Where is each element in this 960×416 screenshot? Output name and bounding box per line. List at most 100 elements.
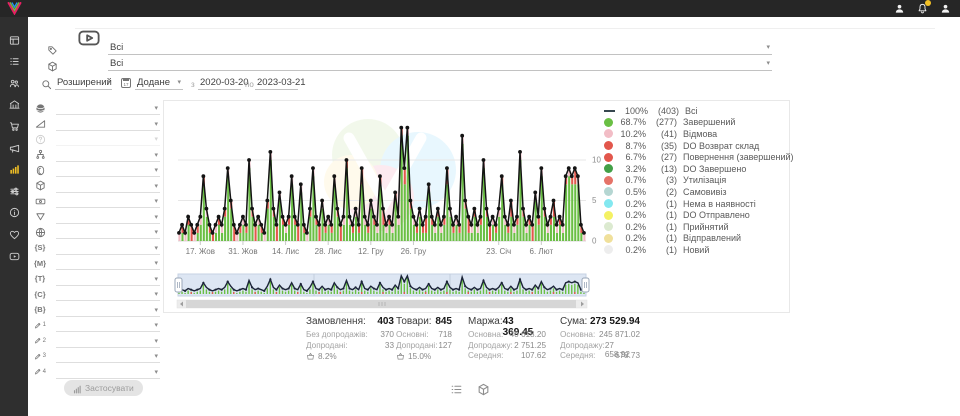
video-tag-icon[interactable]	[78, 27, 100, 54]
filter-select[interactable]: ▾	[56, 350, 160, 363]
filter-select[interactable]: ▾	[56, 195, 160, 208]
legend-label: DO Отправлено	[683, 210, 750, 220]
legend-item[interactable]: 6.7%(27)Повернення (завершений)	[604, 151, 786, 163]
legend-item[interactable]: 0.2%(1)DO Отправлено	[604, 209, 786, 221]
advanced-search-select[interactable]: Розширений ▾	[55, 89, 112, 90]
brace-b-icon: {B}	[34, 304, 46, 316]
filter-select[interactable]: ▾	[56, 366, 160, 379]
legend-dot-swatch	[604, 176, 613, 185]
to-label: по	[245, 80, 254, 89]
sidebar-item-cart[interactable]	[7, 119, 21, 133]
legend-dot-swatch	[604, 245, 613, 254]
legend-percent: 0.7%	[613, 175, 646, 185]
app-logo-icon[interactable]	[7, 2, 22, 20]
legend-item[interactable]: 100%(403)Всі	[604, 105, 786, 117]
main-sidebar	[0, 17, 28, 416]
legend-item[interactable]: 8.7%(35)DO Возврат склад	[604, 140, 786, 152]
filter-select[interactable]: ▾	[56, 319, 160, 332]
filter-select[interactable]: ▾	[56, 288, 160, 301]
chevron-down-icon: ▾	[154, 290, 158, 298]
filter-row-var-S: {S}▾	[32, 242, 160, 256]
user-icon[interactable]	[893, 2, 906, 15]
filter-select[interactable]: ▾	[56, 102, 160, 115]
legend-item[interactable]: 68.7%(277)Завершений	[604, 117, 786, 129]
status-filter-value: Всі	[110, 42, 123, 53]
legend-item[interactable]: 10.2%(41)Відмова	[604, 128, 786, 140]
legend-item[interactable]: 0.5%(2)Самовивіз	[604, 186, 786, 198]
date-type-value: Додане	[137, 77, 170, 88]
sidebar-item-dashboard[interactable]	[7, 33, 21, 47]
filter-select[interactable]: ▾	[56, 304, 160, 317]
stat-subrow: Допродані:127	[396, 341, 452, 352]
product-filter-select[interactable]: Всі ▾	[108, 70, 772, 71]
sidebar-item-orders[interactable]	[7, 55, 21, 69]
date-type-select[interactable]: Додане ▾	[135, 89, 183, 90]
filter-row-var-M: {M}▾	[32, 257, 160, 271]
sidebar-item-clients[interactable]	[7, 76, 21, 90]
chevron-down-icon: ▾	[177, 78, 181, 86]
filter-select[interactable]: ▾	[56, 164, 160, 177]
filter-select[interactable]: ▾	[56, 118, 160, 131]
filter-select[interactable]: ▾	[56, 149, 160, 162]
filter-row-funnel: ▾	[32, 211, 160, 225]
legend-item[interactable]: 0.2%(1)Відправлений	[604, 233, 786, 245]
apply-button[interactable]: Застосувати	[64, 380, 143, 396]
apply-label: Застосувати	[85, 383, 134, 393]
chevron-down-icon: ▾	[154, 306, 158, 314]
legend-dot-swatch	[604, 187, 613, 196]
legend-item[interactable]: 0.7%(3)Утилізація	[604, 175, 786, 187]
date-from-input[interactable]: 2020-03-20	[198, 89, 241, 90]
legend-item[interactable]: 3.2%(13)DO Завершено	[604, 163, 786, 175]
legend-percent: 0.2%	[613, 245, 646, 255]
stat-subrow: Основні:718	[396, 330, 452, 341]
legend-label: Нема в наявності	[683, 199, 756, 209]
legend-item[interactable]: 0.2%(1)Новий	[604, 244, 786, 256]
navigator-right-handle[interactable]	[582, 278, 589, 292]
sidebar-item-info[interactable]	[7, 206, 21, 220]
filter-select[interactable]: ▾	[56, 257, 160, 270]
scrollbar-thumb[interactable]	[186, 300, 576, 308]
mini-chart-icon	[73, 384, 82, 393]
legend-label: Завершений	[683, 117, 735, 127]
cube-view-icon[interactable]	[477, 383, 490, 396]
legend-dot-swatch	[604, 129, 613, 138]
avatar-icon[interactable]	[939, 2, 952, 15]
cube-icon	[47, 59, 58, 77]
filter-select[interactable]: ▾	[56, 211, 160, 224]
sidebar-item-store[interactable]	[7, 98, 21, 112]
sidebar-item-analytics[interactable]	[7, 163, 21, 177]
search-icon	[41, 77, 52, 95]
pencil-icon: 1	[34, 319, 46, 331]
filter-select[interactable]: ▾	[56, 133, 160, 146]
notifications-bell-icon[interactable]	[916, 2, 929, 15]
chevron-down-icon: ▾	[154, 104, 158, 112]
filter-select[interactable]: ▾	[56, 335, 160, 348]
chevron-down-icon: ▾	[154, 368, 158, 376]
status-filter-select[interactable]: Всі ▾	[108, 54, 772, 55]
filter-select[interactable]: ▾	[56, 242, 160, 255]
chevron-down-icon: ▾	[154, 352, 158, 360]
legend-percent: 10.2%	[613, 129, 646, 139]
sidebar-item-marketing[interactable]	[7, 141, 21, 155]
x-axis-label: 12. Гру	[358, 247, 384, 256]
sidebar-item-video-help[interactable]	[7, 249, 21, 263]
date-to-input[interactable]: 2023-03-21	[255, 89, 298, 90]
sidebar-item-loyalty[interactable]	[7, 227, 21, 241]
legend-item[interactable]: 0.2%(1)Нема в наявності	[604, 198, 786, 210]
cube-icon	[34, 180, 46, 192]
filter-select[interactable]: ▾	[56, 226, 160, 239]
legend-item[interactable]: 0.2%(1)Прийнятий	[604, 221, 786, 233]
filter-select[interactable]: ▾	[56, 273, 160, 286]
legend-label: Утилізація	[683, 175, 726, 185]
navigator-left-handle[interactable]	[175, 278, 182, 292]
legend-dot-swatch	[604, 222, 613, 231]
legend-label: DO Завершено	[683, 164, 746, 174]
x-axis-label: 14. Лис	[272, 247, 299, 256]
filter-row-ramp: ▾	[32, 118, 160, 132]
filter-select[interactable]: ▾	[56, 180, 160, 193]
legend-label: Відмова	[683, 129, 717, 139]
filter-row-pen-4: 4▾	[32, 366, 160, 380]
list-view-icon[interactable]	[450, 383, 463, 396]
sidebar-item-integrations[interactable]	[7, 184, 21, 198]
brace-c-icon: {C}	[34, 288, 46, 300]
